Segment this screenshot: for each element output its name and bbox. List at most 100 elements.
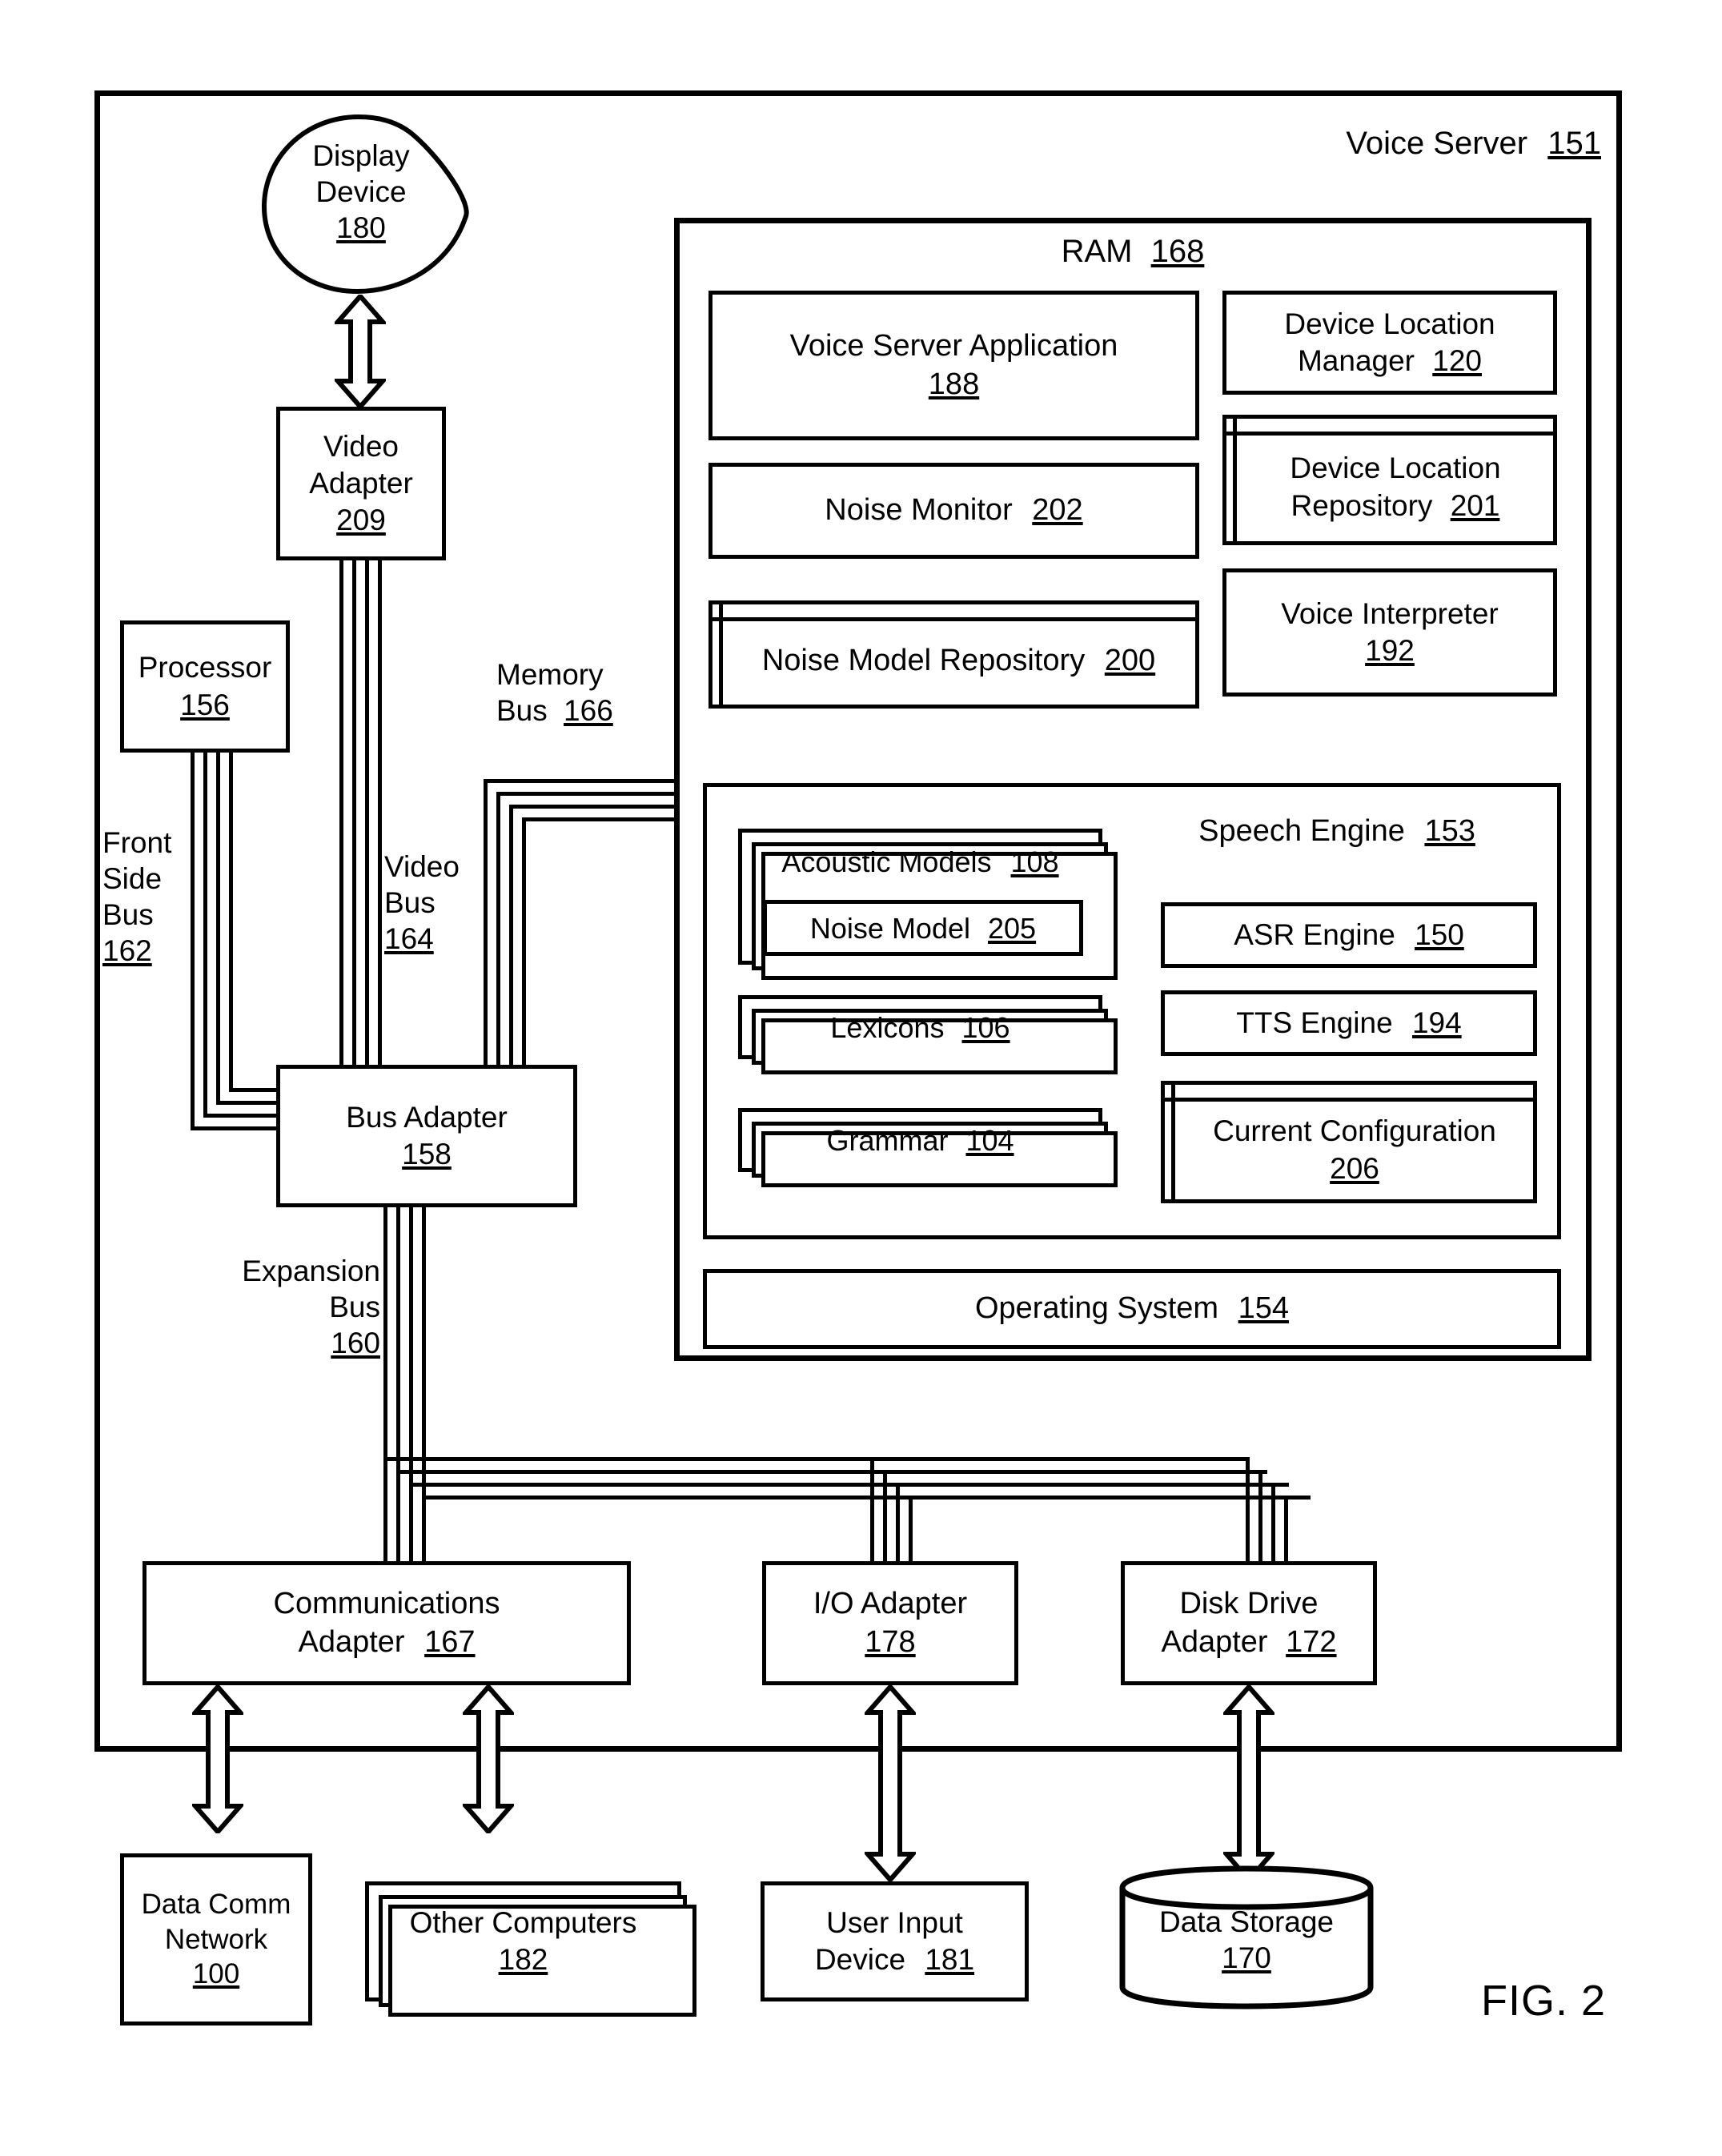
communications-adapter-line2: Adapter bbox=[298, 1624, 405, 1659]
acoustic-models-box: Acoustic Models 108 Noise Model 205 bbox=[738, 829, 1118, 980]
noise-monitor-ref: 202 bbox=[1032, 493, 1083, 528]
memory-bus-ref: 166 bbox=[564, 694, 613, 728]
tts-engine-label: TTS Engine bbox=[1236, 1006, 1393, 1039]
io-adapter-line1: I/O Adapter bbox=[813, 1587, 968, 1620]
noise-model-repository-label: Noise Model Repository bbox=[761, 643, 1086, 677]
data-storage-label: Data Storage 170 bbox=[1114, 1904, 1379, 1976]
disk-drive-adapter-line2: Adapter bbox=[1161, 1624, 1268, 1659]
io-adapter-ref: 178 bbox=[865, 1624, 916, 1659]
repository-bar bbox=[712, 617, 1195, 621]
data-storage-line1: Data Storage bbox=[1158, 1905, 1335, 1938]
device-location-manager-ref: 120 bbox=[1432, 344, 1483, 377]
operating-system-ref: 154 bbox=[1238, 1291, 1290, 1326]
video-adapter-ref: 209 bbox=[336, 504, 386, 537]
voice-server-application-ref: 188 bbox=[928, 367, 980, 401]
voice-server-ref: 151 bbox=[1547, 126, 1601, 161]
acoustic-models-label: Acoustic Models bbox=[781, 845, 992, 878]
expansion-bus-line1: Expansion bbox=[242, 1255, 380, 1287]
display-device-label: Display Device 180 bbox=[256, 138, 466, 246]
video-bus-line2: Bus bbox=[384, 886, 436, 920]
expansion-bus-label: Expansion Bus 160 bbox=[208, 1253, 380, 1361]
ram-title-text: RAM bbox=[1061, 234, 1133, 269]
user-input-device-box: User Input Device 181 bbox=[761, 1881, 1029, 2001]
device-location-repository-box: Device Location Repository 201 bbox=[1222, 415, 1557, 545]
comm-to-other-computers-arrow bbox=[463, 1685, 514, 1833]
lexicons-label: Lexicons bbox=[830, 1010, 945, 1044]
operating-system-label: Operating System bbox=[974, 1291, 1219, 1326]
processor-box: Processor 156 bbox=[120, 620, 290, 753]
disk-drive-adapter-box: Disk Drive Adapter 172 bbox=[1121, 1561, 1377, 1685]
asr-engine-label: ASR Engine bbox=[1234, 917, 1395, 951]
processor-ref: 156 bbox=[180, 688, 230, 721]
device-location-repository-line1: Device Location bbox=[1290, 452, 1501, 485]
asr-engine-box: ASR Engine 150 bbox=[1161, 902, 1537, 968]
video-adapter-line2: Adapter bbox=[309, 466, 413, 500]
repository-spine bbox=[1233, 419, 1237, 541]
lexicons-ref: 106 bbox=[961, 1010, 1010, 1044]
expansion-bus-line2: Bus bbox=[329, 1291, 380, 1324]
memory-bus-line2: Bus bbox=[496, 694, 548, 728]
video-bus-ref: 164 bbox=[384, 922, 434, 956]
display-video-arrow bbox=[335, 295, 386, 408]
bus-adapter-ref: 158 bbox=[402, 1138, 452, 1170]
ram-ref: 168 bbox=[1150, 234, 1205, 269]
noise-monitor-label: Noise Monitor bbox=[825, 493, 1013, 528]
disk-drive-adapter-ref: 172 bbox=[1286, 1624, 1337, 1659]
communications-adapter-line1: Communications bbox=[273, 1587, 500, 1620]
voice-server-application-label: Voice Server Application bbox=[789, 329, 1118, 363]
grammar-label: Grammar bbox=[826, 1123, 949, 1157]
device-location-repository-line2: Repository bbox=[1290, 488, 1433, 522]
display-device-line1: Display bbox=[312, 139, 410, 172]
figure-caption: FIG. 2 bbox=[1481, 1977, 1607, 2025]
communications-adapter-ref: 167 bbox=[424, 1624, 476, 1659]
bus-adapter-label: Bus Adapter bbox=[346, 1100, 508, 1134]
disk-to-storage-arrow bbox=[1223, 1685, 1274, 1881]
communications-adapter-box: Communications Adapter 167 bbox=[142, 1561, 631, 1685]
figure-canvas: Voice Server 151 Display Device 180 Vide… bbox=[0, 0, 1722, 2156]
device-location-manager-box: Device Location Manager 120 bbox=[1222, 291, 1557, 395]
operating-system-box: Operating System 154 bbox=[703, 1269, 1561, 1349]
lexicons-box: Lexicons 106 bbox=[738, 995, 1118, 1074]
disk-drive-adapter-line1: Disk Drive bbox=[1179, 1587, 1319, 1620]
acoustic-models-ref: 108 bbox=[1010, 845, 1059, 878]
display-device-ref: 180 bbox=[336, 211, 386, 245]
voice-interpreter-label: Voice Interpreter bbox=[1281, 596, 1499, 630]
comm-to-network-arrow bbox=[192, 1685, 243, 1833]
noise-model-label: Noise Model bbox=[809, 911, 970, 945]
memory-bus-label: Memory Bus 166 bbox=[496, 656, 704, 729]
front-side-bus-label: Front Side Bus 162 bbox=[102, 825, 191, 970]
device-location-repository-ref: 201 bbox=[1450, 488, 1500, 522]
memory-bus-line1: Memory bbox=[496, 658, 604, 691]
other-computers-box: Other Computers 182 bbox=[365, 1881, 696, 2017]
other-computers-line1: Other Computers bbox=[409, 1905, 637, 1939]
current-configuration-box: Current Configuration 206 bbox=[1161, 1081, 1537, 1203]
noise-model-ref: 205 bbox=[988, 911, 1037, 945]
video-adapter-box: Video Adapter 209 bbox=[276, 407, 446, 560]
repository-bar bbox=[1165, 1098, 1533, 1102]
voice-server-title: Voice Server 151 bbox=[1281, 124, 1601, 163]
tts-engine-box: TTS Engine 194 bbox=[1161, 990, 1537, 1056]
noise-model-repository-ref: 200 bbox=[1104, 643, 1156, 677]
repository-bar bbox=[1226, 432, 1553, 436]
processor-label: Processor bbox=[138, 651, 272, 685]
data-comm-network-box: Data Comm Network 100 bbox=[120, 1853, 312, 2026]
grammar-box: Grammar 104 bbox=[738, 1108, 1118, 1187]
speech-engine-title-text: Speech Engine bbox=[1198, 814, 1405, 848]
user-input-device-ref: 181 bbox=[925, 1943, 975, 1976]
front-side-bus-line1: Front bbox=[102, 826, 172, 859]
device-location-manager-line1: Device Location bbox=[1284, 307, 1495, 340]
data-storage-ref: 170 bbox=[1222, 1941, 1271, 1975]
expansion-bus-ref: 160 bbox=[331, 1327, 380, 1360]
user-input-device-line1: User Input bbox=[826, 1905, 963, 1939]
display-device-line2: Device bbox=[315, 175, 407, 209]
video-bus-line1: Video bbox=[384, 850, 460, 883]
speech-engine-title: Speech Engine 153 bbox=[1121, 813, 1553, 849]
voice-interpreter-box: Voice Interpreter 192 bbox=[1222, 568, 1557, 697]
io-to-user-input-arrow bbox=[865, 1685, 916, 1881]
device-location-manager-line2: Manager bbox=[1297, 344, 1415, 377]
data-comm-network-line2: Network bbox=[164, 1923, 268, 1955]
front-side-bus-line2: Side bbox=[102, 862, 163, 896]
repository-spine bbox=[1171, 1085, 1175, 1199]
voice-interpreter-ref: 192 bbox=[1365, 634, 1415, 667]
asr-engine-ref: 150 bbox=[1415, 917, 1464, 951]
